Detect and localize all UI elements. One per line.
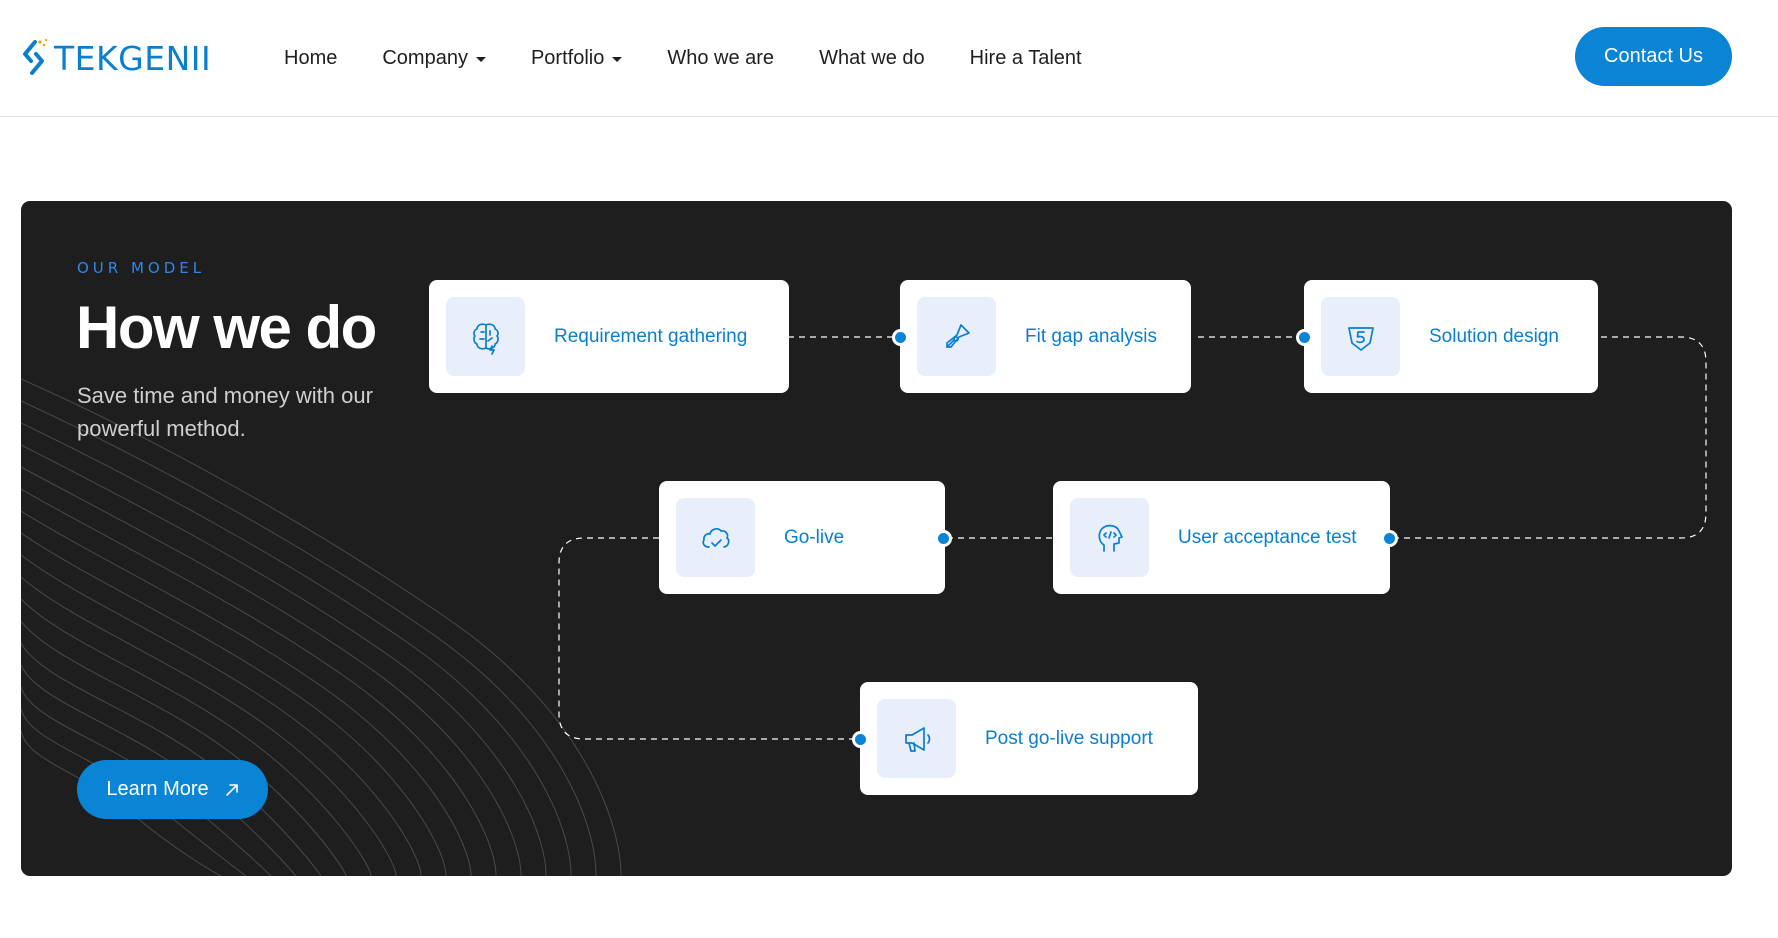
connector-dot	[892, 329, 909, 346]
our-model-section: OUR MODEL How we do Save time and money …	[21, 201, 1732, 876]
connector-dot	[1296, 329, 1313, 346]
nav-item-label: Company	[382, 47, 468, 69]
nav-item-label: Home	[284, 47, 338, 69]
step-icon-box	[1070, 498, 1149, 577]
double-chevron-logo-icon	[23, 38, 48, 75]
step-label: Fit gap analysis	[1025, 325, 1158, 347]
megaphone-icon	[904, 726, 930, 752]
badge-five-icon	[1347, 326, 1374, 351]
step-label: User acceptance test	[1178, 526, 1357, 548]
cloud-check-icon	[701, 527, 730, 548]
step-card-user-acceptance-test[interactable]: User acceptance test	[1053, 481, 1390, 594]
nav-item-portfolio[interactable]: Portfolio	[530, 47, 623, 70]
brand-logo[interactable]: TEKGENII	[20, 33, 211, 83]
step-icon-box	[446, 297, 525, 376]
step-card-solution-design[interactable]: Solution design	[1304, 280, 1598, 393]
caret-down-icon	[612, 57, 623, 62]
connector-dot	[1381, 530, 1398, 547]
step-label: Solution design	[1429, 325, 1559, 347]
caret-down-icon	[475, 57, 486, 62]
brain-icon	[472, 322, 499, 355]
pen-nib-icon	[945, 323, 970, 348]
nav-item-home[interactable]: Home	[284, 47, 337, 70]
nav-item-hire-a-talent[interactable]: Hire a Talent	[970, 47, 1082, 70]
brand-name: TEKGENII	[54, 38, 212, 78]
head-code-icon	[1097, 524, 1123, 552]
navbar: TEKGENII Home Company Portfolio Who we a…	[0, 0, 1778, 117]
step-label: Requirement gathering	[554, 325, 748, 347]
step-card-go-live[interactable]: Go-live	[659, 481, 945, 594]
nav-item-company[interactable]: Company	[382, 47, 486, 70]
step-card-fit-gap-analysis[interactable]: Fit gap analysis	[900, 280, 1191, 393]
nav-item-label: Portfolio	[530, 47, 605, 69]
nav-item-what-we-do[interactable]: What we do	[819, 47, 925, 70]
connector-dot	[852, 731, 869, 748]
step-card-requirement-gathering[interactable]: Requirement gathering	[429, 280, 789, 393]
step-card-post-go-live-support[interactable]: Post go-live support	[860, 682, 1198, 795]
step-icon-box	[877, 699, 956, 778]
step-label: Post go-live support	[985, 727, 1153, 749]
nav-item-label: Hire a Talent	[969, 47, 1082, 69]
contact-us-button[interactable]: Contact Us	[1575, 27, 1732, 86]
step-icon-box	[676, 498, 755, 577]
connector-dot	[935, 530, 952, 547]
main-nav: Home Company Portfolio Who we are What w…	[284, 0, 1127, 117]
step-icon-box	[917, 297, 996, 376]
nav-item-who-we-are[interactable]: Who we are	[667, 47, 774, 70]
nav-item-label: Who we are	[667, 47, 775, 69]
step-label: Go-live	[784, 526, 845, 548]
nav-item-label: What we do	[819, 47, 925, 69]
step-icon-box	[1321, 297, 1400, 376]
